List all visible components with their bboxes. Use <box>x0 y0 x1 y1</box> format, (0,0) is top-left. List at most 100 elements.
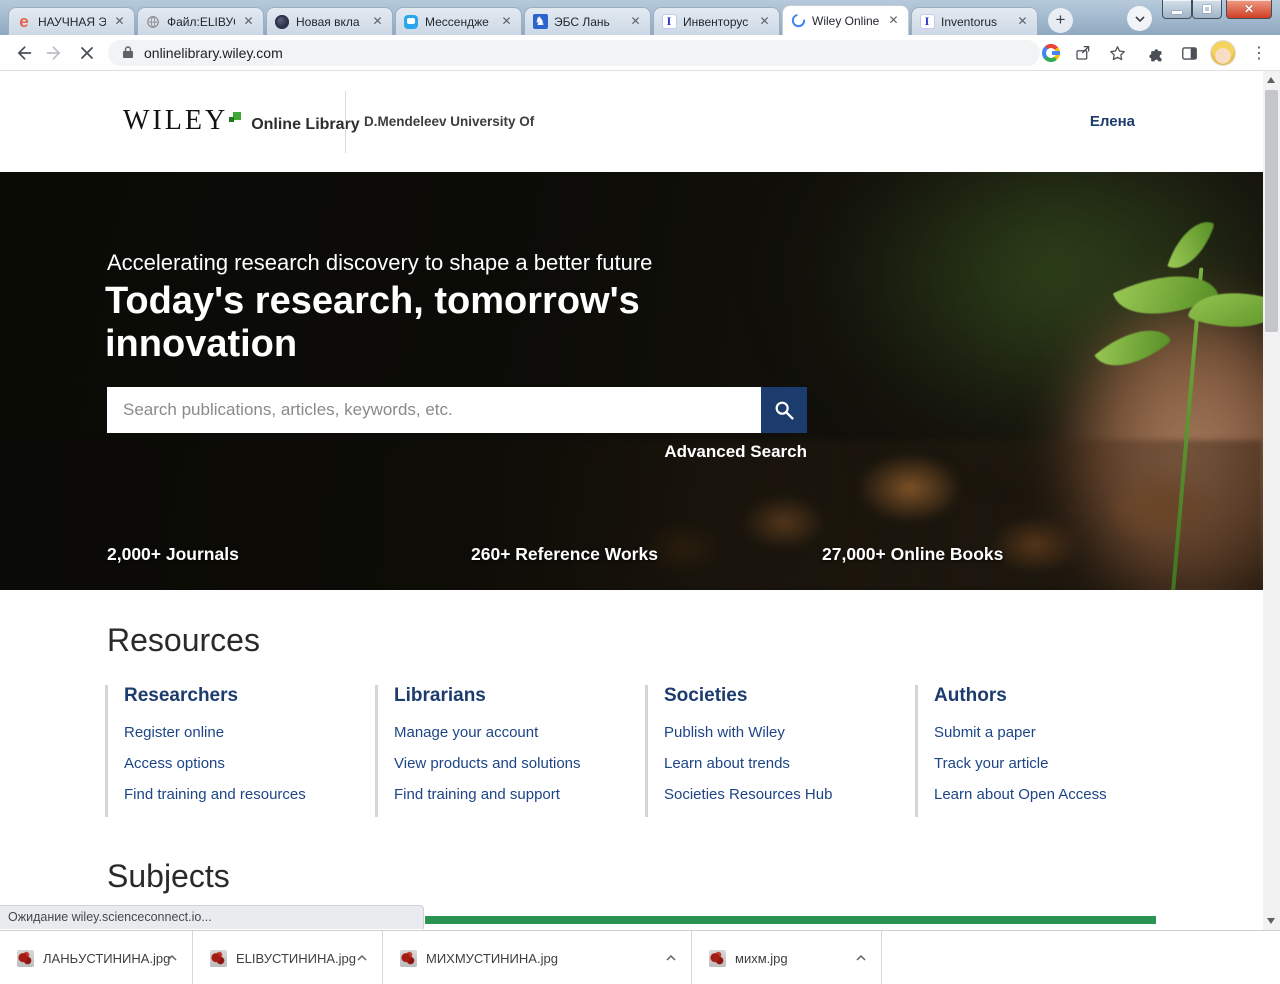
elibrary-icon: e <box>16 14 32 30</box>
chevron-up-icon[interactable] <box>162 948 182 968</box>
extensions-puzzle-icon[interactable] <box>1144 40 1170 66</box>
advanced-search-link[interactable]: Advanced Search <box>107 442 807 462</box>
google-account-icon[interactable] <box>1038 40 1064 66</box>
resource-link[interactable]: Find training and support <box>394 786 629 803</box>
globe-icon <box>145 14 161 30</box>
downloads-bar: ЛАНЬУСТИНИНА.jpg ЕLIВУСТИНИНА.jpg МИХМУС… <box>0 930 1280 984</box>
browser-toolbar: onlinelibrary.wiley.com ⋮ <box>0 35 1280 71</box>
tab-title: Wiley Online <box>812 14 880 28</box>
chevron-up-icon[interactable] <box>661 948 681 968</box>
address-bar[interactable]: onlinelibrary.wiley.com <box>108 40 1040 66</box>
tab-title: Инвенторус <box>683 15 751 29</box>
stat-journals: 2,000+ Journals <box>107 544 239 565</box>
chevron-up-icon[interactable] <box>851 948 871 968</box>
header-divider <box>345 91 346 153</box>
resource-link[interactable]: View products and solutions <box>394 755 629 772</box>
chevron-up-icon[interactable] <box>352 948 372 968</box>
status-bubble: Ожидание wiley.scienceconnect.io... <box>0 905 424 929</box>
logo-wordmark: WILEY <box>123 105 228 137</box>
resource-link[interactable]: Find training and resources <box>124 786 359 803</box>
resource-link[interactable]: Learn about trends <box>664 755 899 772</box>
minimize-icon <box>1172 11 1182 14</box>
browser-menu-icon[interactable]: ⋮ <box>1246 40 1272 66</box>
wiley-green-mark-icon <box>232 120 241 129</box>
download-item[interactable]: ЕLIВУСТИНИНА.jpg <box>193 931 383 984</box>
resource-link[interactable]: Access options <box>124 755 359 772</box>
messenger-icon <box>403 14 419 30</box>
tab-close-icon[interactable]: ✕ <box>112 14 127 29</box>
tab-new[interactable]: Новая вкла ✕ <box>266 7 393 35</box>
window-close-button[interactable]: ✕ <box>1226 0 1272 19</box>
hero-tagline: Accelerating research discovery to shape… <box>107 250 652 276</box>
wiley-logo[interactable]: WILEY Online Library <box>123 105 360 137</box>
tab-close-icon[interactable]: ✕ <box>241 14 256 29</box>
tab-strip: e НАУЧНАЯ Э ✕ Файл:ЕLIВУС ✕ Новая вкла ✕… <box>8 5 1073 35</box>
tab-close-icon[interactable]: ✕ <box>757 14 772 29</box>
tab-close-icon[interactable]: ✕ <box>1015 14 1030 29</box>
window-titlebar: e НАУЧНАЯ Э ✕ Файл:ЕLIВУС ✕ Новая вкла ✕… <box>0 0 1280 35</box>
hero-headline: Today's research, tomorrow's innovation <box>105 280 695 365</box>
search-icon <box>773 399 795 421</box>
tab-file[interactable]: Файл:ЕLIВУС ✕ <box>137 7 264 35</box>
resource-link[interactable]: Track your article <box>934 755 1169 772</box>
download-item[interactable]: ЛАНЬУСТИНИНА.jpg <box>0 931 193 984</box>
tab-inventorus-en[interactable]: I Inventorus ✕ <box>911 7 1038 35</box>
file-thumbnail-icon <box>210 950 227 967</box>
resource-link[interactable]: Publish with Wiley <box>664 724 899 741</box>
search-bar <box>107 387 807 433</box>
loading-spinner-icon <box>790 13 806 29</box>
stat-reference-works: 260+ Reference Works <box>471 544 658 565</box>
profile-avatar[interactable] <box>1210 40 1236 66</box>
tab-lan[interactable]: ♞ ЭБС Лань ✕ <box>524 7 651 35</box>
share-icon[interactable] <box>1070 40 1096 66</box>
download-item[interactable]: МИХМУСТИНИНА.jpg <box>383 931 692 984</box>
dark-globe-icon <box>274 14 290 30</box>
resource-link[interactable]: Submit a paper <box>934 724 1169 741</box>
new-tab-button[interactable]: + <box>1048 8 1073 33</box>
logo-subtitle: Online Library <box>251 116 359 134</box>
side-panel-icon[interactable] <box>1176 40 1202 66</box>
close-icon: ✕ <box>1244 2 1254 16</box>
bookmark-star-icon[interactable] <box>1104 40 1130 66</box>
download-filename: ЕLIВУСТИНИНА.jpg <box>236 951 356 966</box>
back-button[interactable] <box>10 40 36 66</box>
window-restore-button[interactable] <box>1192 0 1222 19</box>
inventorus-icon: I <box>661 14 677 30</box>
scroll-down-arrow[interactable] <box>1267 918 1275 924</box>
resource-link[interactable]: Learn about Open Access <box>934 786 1169 803</box>
tab-wiley-active[interactable]: Wiley Online ✕ <box>782 5 909 35</box>
scrollbar-thumb[interactable] <box>1265 90 1278 332</box>
lock-icon[interactable] <box>122 45 134 62</box>
tab-close-icon[interactable]: ✕ <box>886 13 901 28</box>
tab-close-icon[interactable]: ✕ <box>628 14 643 29</box>
file-thumbnail-icon <box>400 950 417 967</box>
download-filename: михм.jpg <box>735 951 788 966</box>
forward-button[interactable] <box>42 40 68 66</box>
resource-link[interactable]: Manage your account <box>394 724 629 741</box>
tab-close-icon[interactable]: ✕ <box>499 14 514 29</box>
subjects-title: Subjects <box>107 858 230 895</box>
resource-link[interactable]: Societies Resources Hub <box>664 786 899 803</box>
column-heading: Librarians <box>394 685 629 707</box>
tab-search-button[interactable] <box>1127 6 1152 31</box>
stop-loading-button[interactable] <box>74 40 100 66</box>
resource-link[interactable]: Register online <box>124 724 359 741</box>
tab-messenger[interactable]: Мессендже ✕ <box>395 7 522 35</box>
user-name-link[interactable]: Елена <box>1090 113 1135 130</box>
tab-title: Inventorus <box>941 15 1009 29</box>
stat-online-books: 27,000+ Online Books <box>822 544 1003 565</box>
column-heading: Societies <box>664 685 899 707</box>
restore-icon <box>1203 5 1211 13</box>
window-minimize-button[interactable] <box>1162 0 1192 19</box>
institution-label: D.Mendeleev University Of <box>364 114 534 129</box>
download-item[interactable]: михм.jpg <box>692 931 882 984</box>
search-input[interactable] <box>107 387 761 433</box>
scroll-up-arrow[interactable] <box>1267 77 1275 83</box>
vertical-scrollbar[interactable] <box>1263 71 1280 930</box>
download-filename: ЛАНЬУСТИНИНА.jpg <box>43 951 170 966</box>
tab-elibrary[interactable]: e НАУЧНАЯ Э ✕ <box>8 7 135 35</box>
search-button[interactable] <box>761 387 807 433</box>
tab-close-icon[interactable]: ✕ <box>370 14 385 29</box>
file-thumbnail-icon <box>709 950 726 967</box>
tab-inventorus-ru[interactable]: I Инвенторус ✕ <box>653 7 780 35</box>
